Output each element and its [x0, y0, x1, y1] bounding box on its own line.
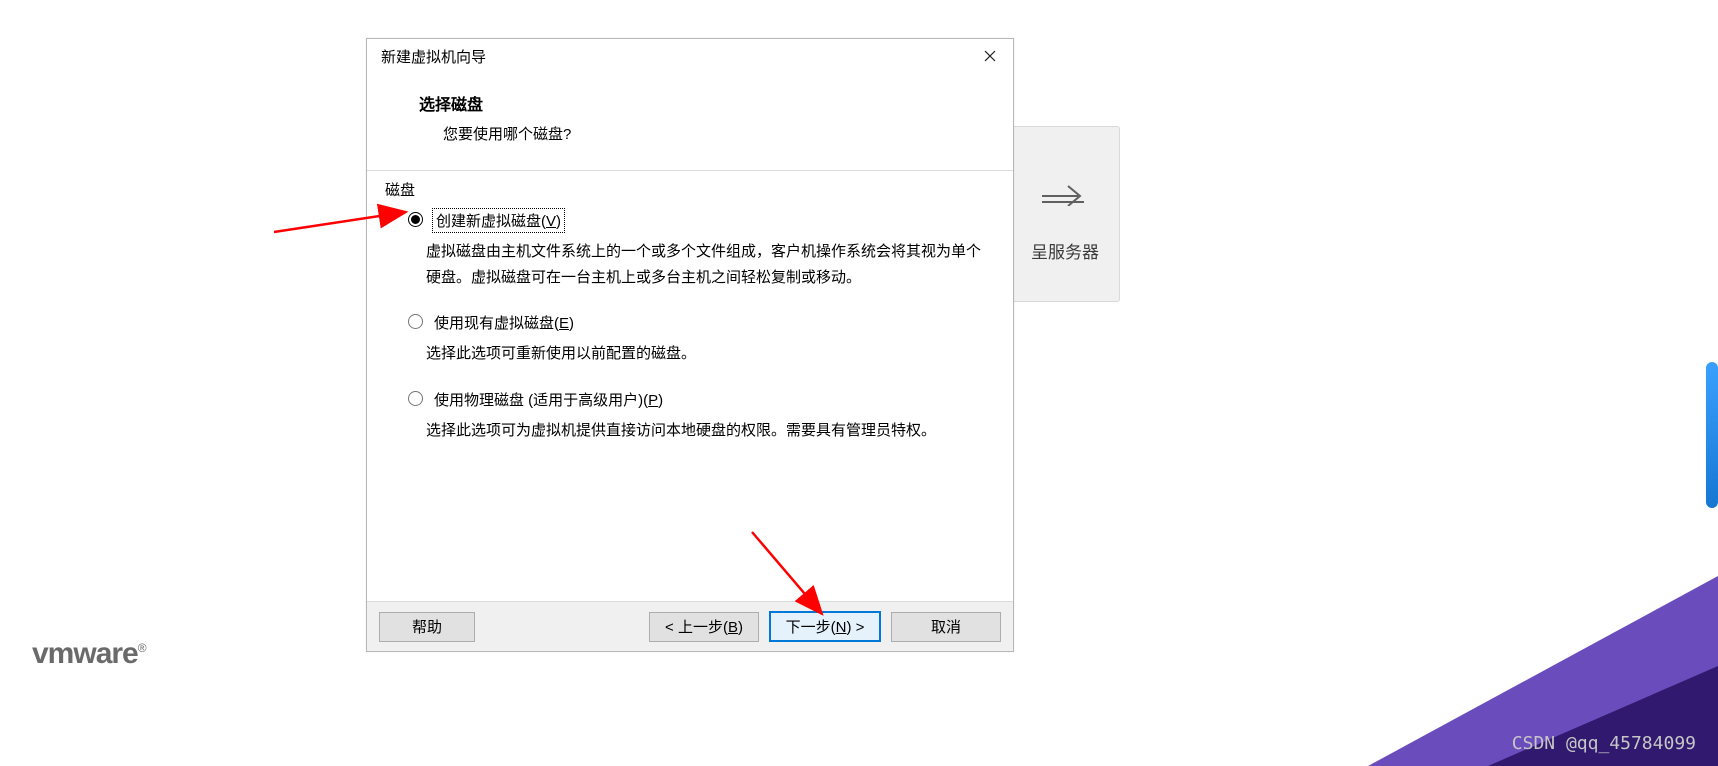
step-title: 选择磁盘: [419, 91, 999, 115]
close-icon: [984, 50, 996, 62]
close-button[interactable]: [967, 39, 1013, 73]
help-button[interactable]: 帮助: [379, 612, 475, 642]
option-label: 使用现有虚拟磁盘(E): [434, 312, 574, 333]
back-button[interactable]: < 上一步(B): [649, 612, 759, 642]
page-scrollbar-thumb[interactable]: [1706, 362, 1718, 508]
cancel-button[interactable]: 取消: [891, 612, 1001, 642]
next-button[interactable]: 下一步(N) >: [769, 611, 881, 642]
option-desc: 虚拟磁盘由主机文件系统上的一个或多个文件组成，客户机操作系统会将其视为单个硬盘。…: [426, 239, 995, 290]
radio-create-new-disk[interactable]: [408, 212, 423, 227]
bg-card-label: 呈服务器: [1031, 238, 1099, 263]
group-label: 磁盘: [385, 179, 995, 200]
dialog-titlebar: 新建虚拟机向导: [367, 39, 1013, 73]
radio-use-existing-disk[interactable]: [408, 314, 423, 329]
dialog-title: 新建虚拟机向导: [381, 46, 967, 67]
option-desc: 选择此选项可重新使用以前配置的磁盘。: [426, 341, 995, 367]
new-vm-wizard-dialog: 新建虚拟机向导 选择磁盘 您要使用哪个磁盘? 磁盘 创建新虚拟磁盘(V) 虚拟磁…: [366, 38, 1014, 652]
disk-group: 磁盘 创建新虚拟磁盘(V) 虚拟磁盘由主机文件系统上的一个或多个文件组成，客户机…: [367, 171, 1013, 601]
export-icon: [1040, 166, 1090, 216]
step-question: 您要使用哪个磁盘?: [419, 123, 999, 144]
bg-server-card: 呈服务器: [1010, 126, 1120, 302]
option-use-existing-disk[interactable]: 使用现有虚拟磁盘(E) 选择此选项可重新使用以前配置的磁盘。: [403, 312, 995, 367]
watermark-text: CSDN @qq_45784099: [1512, 733, 1696, 754]
vmware-logo: vmware®: [32, 637, 146, 671]
radio-use-physical-disk[interactable]: [408, 391, 423, 406]
option-create-new-disk[interactable]: 创建新虚拟磁盘(V) 虚拟磁盘由主机文件系统上的一个或多个文件组成，客户机操作系…: [403, 210, 995, 290]
wizard-footer: 帮助 < 上一步(B) 下一步(N) > 取消: [367, 601, 1013, 651]
wizard-header: 选择磁盘 您要使用哪个磁盘?: [367, 73, 1013, 170]
option-use-physical-disk[interactable]: 使用物理磁盘 (适用于高级用户)(P) 选择此选项可为虚拟机提供直接访问本地硬盘…: [403, 389, 995, 444]
option-label: 使用物理磁盘 (适用于高级用户)(P): [434, 389, 663, 410]
option-desc: 选择此选项可为虚拟机提供直接访问本地硬盘的权限。需要具有管理员特权。: [426, 418, 995, 444]
option-label: 创建新虚拟磁盘(V): [434, 210, 563, 231]
